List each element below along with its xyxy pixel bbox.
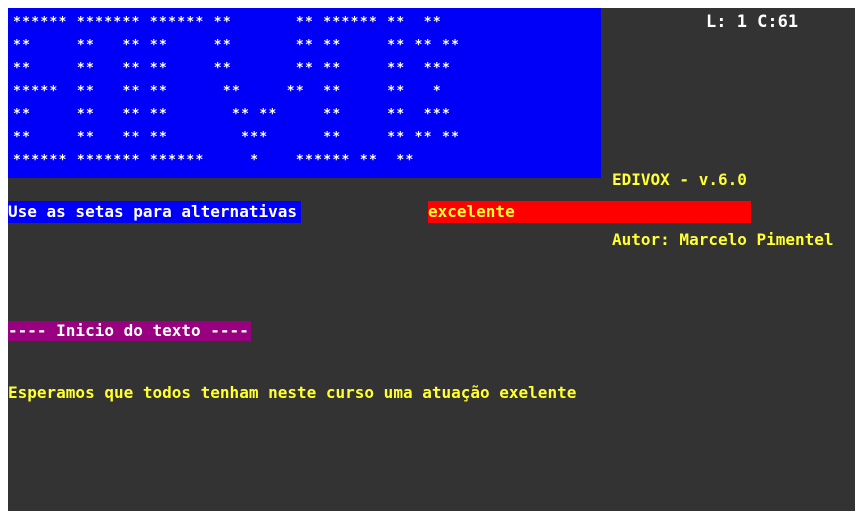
- cursor-position-status: L: 1 C:61: [706, 12, 799, 32]
- alternative-selector[interactable]: excelente: [428, 201, 751, 223]
- arrow-keys-hint: Use as setas para alternativas: [8, 201, 301, 223]
- app-version: EDIVOX - v.6.0: [612, 170, 747, 189]
- app-author: Autor: Marcelo Pimentel: [612, 230, 834, 249]
- edivox-banner: ****** ******* ****** ** ** ****** ** **…: [8, 8, 601, 178]
- text-start-marker: ---- Inicio do texto ----: [8, 321, 251, 341]
- banner-ascii-art: ****** ******* ****** ** ** ****** ** **…: [13, 15, 461, 168]
- text-editor-area[interactable]: Esperamos que todos tenham neste curso u…: [8, 343, 576, 423]
- app-info: EDIVOX - v.6.0 Autor: Marcelo Pimentel: [612, 130, 834, 270]
- text-line[interactable]: Esperamos que todos tenham neste curso u…: [8, 383, 576, 403]
